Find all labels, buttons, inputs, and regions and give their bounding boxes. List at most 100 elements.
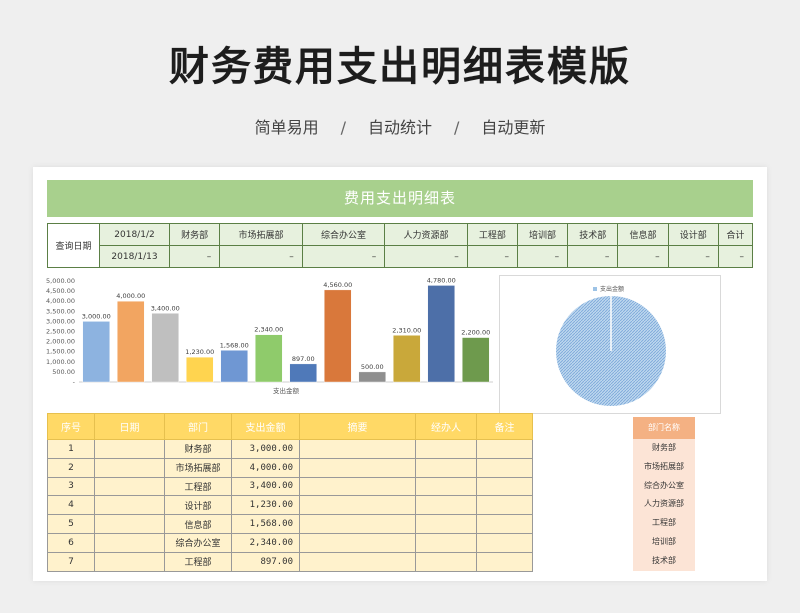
department-list-item[interactable]: 培训部 (633, 532, 695, 552)
cell-summary[interactable] (299, 495, 416, 516)
y-tick-label: - (73, 378, 76, 386)
cell-no[interactable]: 5 (47, 514, 95, 534)
cell-handler[interactable] (415, 495, 477, 516)
bar (82, 321, 110, 383)
bar (220, 350, 248, 383)
bar-chart: - 500.00 1,000.00 1,500.00 2,000.00 2,500.00 3… (46, 276, 493, 395)
cell-amount[interactable]: 4,000.00 (231, 457, 300, 478)
cell-note[interactable] (476, 439, 533, 459)
query-start-date[interactable]: 2018/1/2 (99, 223, 170, 246)
cell-date[interactable] (94, 457, 165, 478)
query-column-header: 市场拓展部 (219, 223, 303, 246)
department-list-item[interactable]: 市场拓展部 (633, 457, 695, 477)
cell-note[interactable] (476, 476, 533, 497)
cell-date[interactable] (94, 514, 165, 534)
cell-handler[interactable] (415, 551, 477, 572)
cell-handler[interactable] (415, 514, 477, 534)
cell-note[interactable] (476, 532, 533, 553)
department-list-item[interactable]: 综合办公室 (633, 476, 695, 496)
detail-header-summary: 摘要 (299, 413, 416, 440)
cell-no[interactable]: 1 (47, 439, 95, 459)
table-row: 1 财务部 3,000.00 (47, 439, 533, 459)
cell-dept[interactable]: 市场拓展部 (164, 457, 232, 478)
cell-amount[interactable]: 2,340.00 (231, 532, 300, 553)
cell-handler[interactable] (415, 476, 477, 497)
cell-no[interactable]: 2 (47, 457, 95, 478)
cell-amount[interactable]: 3,400.00 (231, 476, 300, 497)
bar (358, 371, 386, 383)
cell-date[interactable] (94, 476, 165, 497)
cell-note[interactable] (476, 457, 533, 478)
cell-dept[interactable]: 综合办公室 (164, 532, 232, 553)
bar-value-label: 2,310.00 (392, 326, 421, 334)
department-list: 部门名称 财务部 市场拓展部 综合办公室 人力资源部 工程部 培训部 技术部 (633, 417, 695, 571)
cell-summary[interactable] (299, 514, 416, 534)
query-value: – (617, 245, 669, 268)
y-tick-label: 2,500.00 (46, 328, 75, 336)
cell-summary[interactable] (299, 532, 416, 553)
cell-date[interactable] (94, 551, 165, 572)
table-row: 3 工程部 3,400.00 (47, 476, 533, 497)
pie-chart: 支出金额 (556, 285, 666, 406)
cell-no[interactable]: 6 (47, 532, 95, 553)
query-column-header: 合计 (717, 223, 754, 246)
department-list-item[interactable]: 工程部 (633, 514, 695, 533)
department-list-item[interactable]: 技术部 (633, 551, 695, 571)
cell-dept[interactable]: 工程部 (164, 551, 232, 572)
query-end-date[interactable]: 2018/1/13 (99, 245, 170, 268)
detail-header-amount: 支出金额 (231, 413, 300, 440)
cell-dept[interactable]: 财务部 (164, 439, 232, 459)
cell-handler[interactable] (415, 532, 477, 553)
bar (324, 289, 352, 383)
department-list-item[interactable]: 财务部 (633, 439, 695, 458)
query-value: – (384, 245, 468, 268)
cell-handler[interactable] (415, 439, 477, 459)
cell-note[interactable] (476, 551, 533, 572)
bar-value-label: 4,560.00 (323, 281, 352, 289)
cell-summary[interactable] (299, 457, 416, 478)
cell-handler[interactable] (415, 457, 477, 478)
y-tick-label: 5,000.00 (46, 277, 75, 285)
query-column-header: 财务部 (168, 223, 221, 246)
bar-value-label: 2,340.00 (254, 326, 283, 334)
cell-dept[interactable]: 工程部 (164, 476, 232, 497)
bar (462, 337, 490, 383)
cell-note[interactable] (476, 495, 533, 516)
bar (186, 356, 214, 383)
cell-date[interactable] (94, 495, 165, 516)
detail-header-handler: 经办人 (415, 413, 477, 440)
query-column-header: 综合办公室 (301, 223, 386, 246)
cell-dept[interactable]: 设计部 (164, 495, 232, 516)
cell-date[interactable] (94, 532, 165, 553)
query-column-header: 工程部 (466, 223, 518, 246)
cell-no[interactable]: 4 (47, 495, 95, 516)
bar (151, 313, 179, 383)
cell-amount[interactable]: 1,230.00 (231, 495, 300, 516)
detail-header-note: 备注 (476, 413, 533, 440)
cell-note[interactable] (476, 514, 533, 534)
cell-summary[interactable] (299, 551, 416, 572)
cell-date[interactable] (94, 439, 165, 459)
cell-summary[interactable] (299, 476, 416, 497)
cell-amount[interactable]: 1,568.00 (231, 514, 300, 534)
bar-value-label: 1,230.00 (185, 348, 214, 356)
tagline: 简单易用 / 自动统计 / 自动更新 (0, 114, 800, 138)
department-list-item[interactable]: 人力资源部 (633, 495, 695, 515)
cell-no[interactable]: 3 (47, 476, 95, 497)
bar-value-label: 3,400.00 (151, 304, 180, 312)
sheet-header-title: 费用支出明细表 (47, 180, 753, 217)
spreadsheet: 费用支出明细表 查询日期 2018/1/2 财务部 市场拓展部 综合办公室 人力… (33, 167, 767, 581)
cell-amount[interactable]: 897.00 (231, 551, 300, 572)
cell-dept[interactable]: 信息部 (164, 514, 232, 534)
y-tick-label: 3,500.00 (46, 307, 75, 315)
query-column-header: 信息部 (617, 223, 669, 246)
bar-value-label: 3,000.00 (82, 312, 111, 320)
bar (289, 363, 317, 383)
table-row: 5 信息部 1,568.00 (47, 514, 533, 534)
cell-summary[interactable] (299, 439, 416, 459)
bar-value-label: 500.00 (361, 363, 384, 371)
bar-value-label: 4,780.00 (427, 276, 456, 284)
tagline-item: 简单易用 (254, 118, 319, 137)
cell-amount[interactable]: 3,000.00 (231, 439, 300, 459)
cell-no[interactable]: 7 (47, 551, 95, 572)
